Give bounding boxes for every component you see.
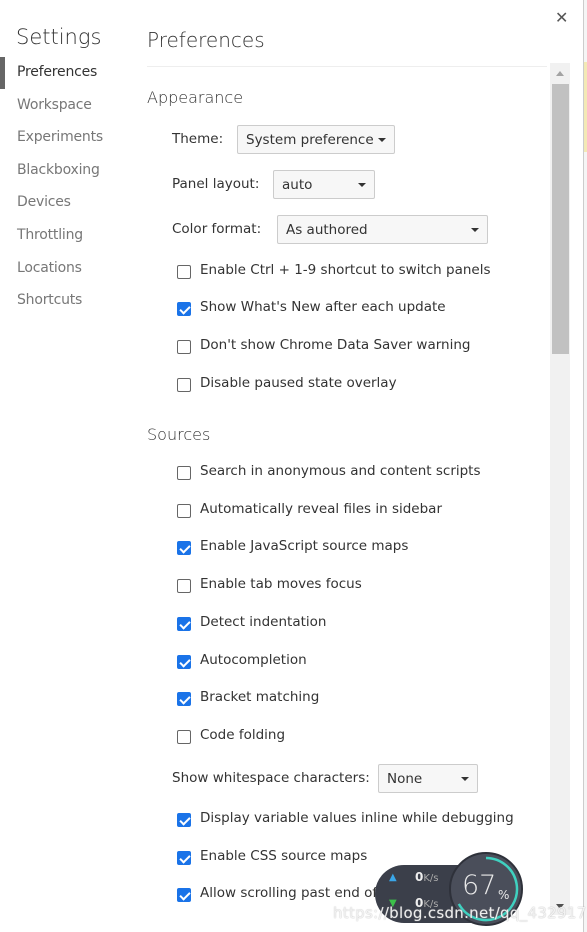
panel-layout-select[interactable]: auto [273,170,375,199]
section-appearance: Appearance [147,88,244,107]
checkbox-label[interactable]: Enable CSS source maps [200,848,367,864]
chevron-down-icon [471,228,479,232]
page-title: Preferences [147,28,265,52]
theme-label: Theme: [172,131,224,147]
checkbox[interactable] [177,730,191,744]
checkbox-label[interactable]: Display variable values inline while deb… [200,810,514,826]
whitespace-label: Show whitespace characters: [172,770,370,786]
theme-select[interactable]: System preference [237,125,395,154]
sidebar-item-blackboxing[interactable]: Blackboxing [17,162,100,178]
panel-layout-label: Panel layout: [172,176,260,192]
chevron-down-icon [358,183,366,187]
checkbox[interactable] [177,541,191,555]
scroll-up-arrow-icon[interactable] [556,71,564,76]
sidebar-item-devices[interactable]: Devices [17,194,71,210]
checkbox[interactable] [177,692,191,706]
checkbox[interactable] [177,851,191,865]
sidebar-item-throttling[interactable]: Throttling [17,227,83,243]
upload-arrow-icon: ▲ [389,872,397,883]
color-format-select[interactable]: As authored [277,215,488,244]
chevron-down-icon [461,777,469,781]
whitespace-select[interactable]: None [378,764,478,793]
checkbox-label[interactable]: Enable Ctrl + 1-9 shortcut to switch pan… [200,262,491,278]
checkbox-label[interactable]: Automatically reveal files in sidebar [200,501,442,517]
checkbox[interactable] [177,265,191,279]
checkbox-label[interactable]: Autocompletion [200,652,307,668]
checkbox-label[interactable]: Bracket matching [200,689,319,705]
checkbox[interactable] [177,813,191,827]
close-icon[interactable]: ✕ [555,8,568,27]
checkbox[interactable] [177,888,191,902]
checkbox-label[interactable]: Enable JavaScript source maps [200,538,408,554]
percent-sign: % [498,888,510,902]
checkbox[interactable] [177,302,191,316]
checkbox-label[interactable]: Enable tab moves focus [200,576,362,592]
sidebar-item-experiments[interactable]: Experiments [17,129,103,145]
checkbox[interactable] [177,378,191,392]
whitespace-value: None [387,771,423,787]
panel-layout-value: auto [282,177,313,193]
checkbox[interactable] [177,466,191,480]
checkbox-label[interactable]: Allow scrolling past end of file [200,885,402,901]
checkbox[interactable] [177,655,191,669]
theme-value: System preference [246,132,374,148]
checkbox-label[interactable]: Show What's New after each update [200,299,446,315]
sidebar-item-locations[interactable]: Locations [17,260,82,276]
checkbox-label[interactable]: Detect indentation [200,614,326,630]
checkbox[interactable] [177,340,191,354]
scrollbar-thumb[interactable] [552,84,569,354]
checkbox-label[interactable]: Don't show Chrome Data Saver warning [200,337,471,353]
chevron-down-icon [378,138,386,142]
upload-speed: 0K/s [415,870,439,884]
watermark: https://blog.csdn.net/qq_43291759 [333,904,587,922]
checkbox-label[interactable]: Code folding [200,727,285,743]
usage-percent: 67 [462,870,497,901]
sidebar-selection-indicator [0,57,5,89]
checkbox-label[interactable]: Search in anonymous and content scripts [200,463,481,479]
section-sources: Sources [147,425,211,444]
checkbox[interactable] [177,504,191,518]
sidebar-item-shortcuts[interactable]: Shortcuts [17,292,82,308]
sidebar-item-workspace[interactable]: Workspace [17,97,92,113]
color-format-value: As authored [286,222,368,238]
checkbox[interactable] [177,579,191,593]
checkbox[interactable] [177,617,191,631]
divider [147,66,547,67]
color-format-label: Color format: [172,221,262,237]
checkbox-label[interactable]: Disable paused state overlay [200,375,397,391]
sidebar-item-preferences[interactable]: Preferences [17,64,97,80]
settings-title: Settings [16,25,102,49]
